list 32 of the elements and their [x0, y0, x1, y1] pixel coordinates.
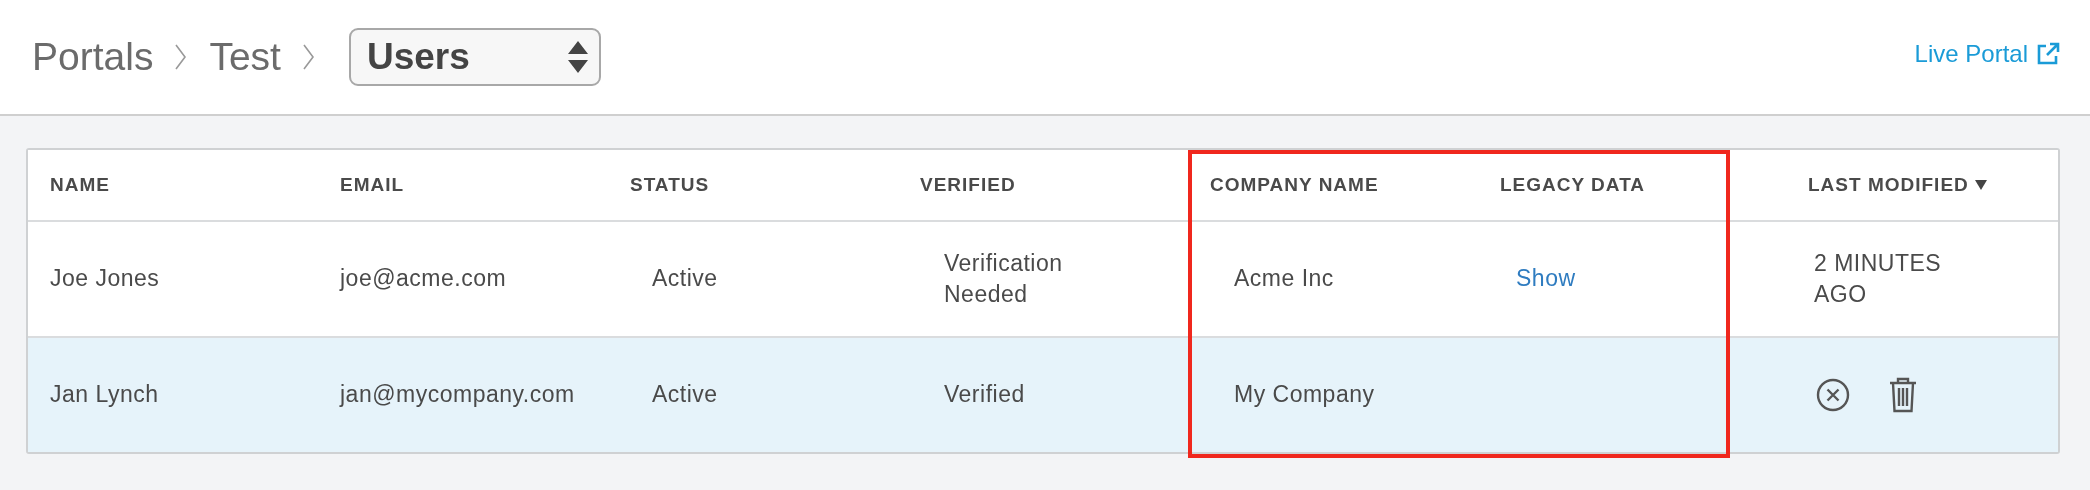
- chevron-icon: [302, 44, 315, 70]
- table-cell: jan@mycompany.com: [340, 381, 575, 408]
- table-cell: 2 MINUTES AGO: [1814, 249, 1942, 307]
- external-link-icon: [2036, 42, 2060, 66]
- delete-button[interactable]: [1888, 377, 1918, 413]
- column-header[interactable]: LAST MODIFIED: [1768, 150, 2058, 220]
- table-cell: Joe Jones: [50, 265, 160, 292]
- cancel-button[interactable]: [1816, 378, 1850, 412]
- page-select[interactable]: Users: [348, 28, 601, 86]
- table-cell: Active: [652, 265, 718, 292]
- table-cell: Verified: [944, 381, 1025, 408]
- table-cell: joe@acme.com: [340, 265, 507, 292]
- breadcrumb-link[interactable]: Test: [209, 35, 281, 79]
- close-circle-icon: [1816, 378, 1850, 412]
- table-cell: Jan Lynch: [50, 381, 159, 408]
- sort-down-icon: [1974, 180, 1987, 190]
- column-header[interactable]: EMAIL: [318, 150, 608, 220]
- column-header[interactable]: COMPANY NAME: [1188, 150, 1478, 220]
- table-cell: Active: [652, 381, 718, 408]
- breadcrumb-link[interactable]: Portals: [32, 35, 154, 79]
- up-down-arrows-icon: [566, 40, 589, 74]
- chevron-icon: [175, 44, 188, 70]
- table-cell: Acme Inc: [1234, 265, 1334, 292]
- column-header[interactable]: STATUS: [608, 150, 898, 220]
- table-cell: My Company: [1234, 381, 1375, 408]
- table-cell: Verification Needed: [944, 249, 1063, 307]
- table-row[interactable]: Jan Lynch jan@mycompany.com Active Verified My Company: [28, 336, 2058, 452]
- column-header[interactable]: LEGACY DATA: [1478, 150, 1768, 220]
- trash-icon: [1888, 377, 1918, 413]
- column-header[interactable]: VERIFIED: [898, 150, 1188, 220]
- column-header[interactable]: NAME: [28, 150, 318, 220]
- show-link[interactable]: Show: [1516, 265, 1576, 292]
